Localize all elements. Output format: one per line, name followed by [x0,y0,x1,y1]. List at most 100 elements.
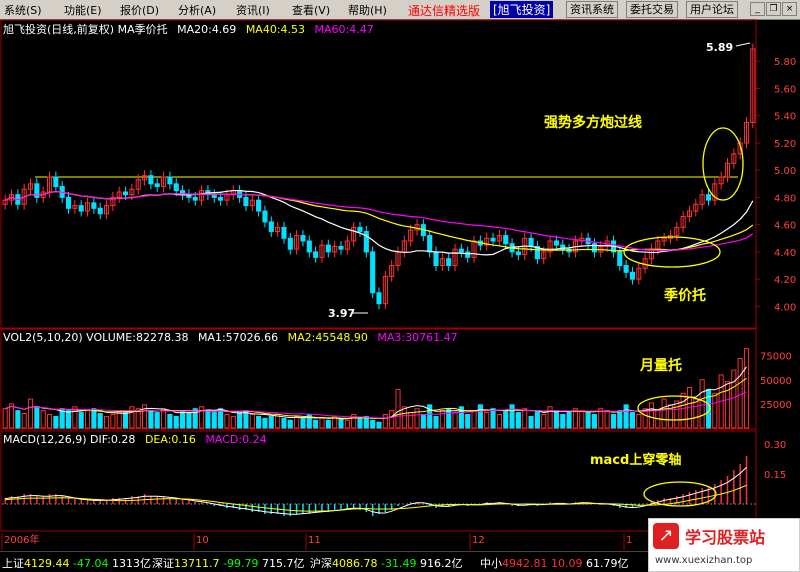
candle-body [287,237,293,250]
candle-body [376,292,382,305]
volume-bar [515,412,521,429]
volume-bar [167,413,173,429]
candle-body [617,251,623,267]
volume-bar [46,413,53,429]
candle-body [515,251,521,256]
macd-header: MACD(12,26,9) DIF:0.28 DEA:0.16 MACD:0.2… [3,433,273,446]
candle-body [528,237,534,247]
volume-bar [294,415,300,429]
candle-body [458,248,464,253]
candle-body [281,226,287,239]
volume-bar [522,408,528,429]
ma40-line [4,191,754,252]
price-tick-label: 5.20 [774,139,796,150]
ma60-label: MA60:4.47 [314,23,374,36]
ma20-line [4,189,754,256]
logo-url: www.xuexizhan.top [655,555,753,566]
candle-body [427,235,433,253]
volume-bar [300,417,306,429]
annotation-strong: 强势多方炮过线 [544,114,642,131]
volume-bar [496,413,502,429]
volume-bar [579,410,585,429]
volume-bar [617,410,623,429]
volume-bar [262,417,268,429]
candle-body [91,202,97,209]
candle-body [167,176,173,185]
volume-bar [148,410,154,429]
candle-body [211,194,217,198]
macd-value-label: MACD:0.24 [205,433,267,446]
volume-bar [553,410,559,429]
logo-mark-icon: ↗ [653,523,679,549]
volume-bar [319,417,325,429]
date-tick-label: 10 [196,535,209,546]
date-tick-label: 1 [626,535,632,546]
candle-body [78,205,84,212]
price-tick-label: 5.60 [774,84,796,95]
annotation-month: 月量托 [639,357,682,374]
dif-line [5,467,747,515]
price-tick-label: 4.60 [774,221,796,232]
volume-bar [211,412,217,429]
candle-body [313,251,319,258]
volume-bar [256,415,262,429]
high-arrow [735,42,751,47]
candle-body [154,183,160,188]
high-price-label: 5.89 [706,41,733,54]
volume-header: VOL2(5,10,20) VOLUME:82278.38 MA1:57026.… [3,331,464,344]
volume-bar [34,406,40,429]
volume-bar [281,417,287,429]
price-header: 旭飞投资(日线,前复权) MA季价托 MA20:4.69 MA40:4.53 M… [3,21,380,37]
candle-body [446,258,452,267]
candle-body [629,271,636,280]
candle-body [465,251,471,258]
volume-bar [376,421,382,429]
candle-body [53,176,59,188]
candle-body [338,245,344,250]
volume-bar [484,412,490,429]
price-panel-frame [0,19,757,329]
volume-bar [97,413,103,429]
volume-bar [585,412,591,429]
date-tick-label: 2006年 [4,533,39,546]
volume-bar [325,419,331,429]
volume-bar [712,392,718,429]
volume-bar [313,419,319,429]
annotation-season: 季价托 [663,287,706,304]
volume-bar [230,415,236,429]
volume-bar [477,404,483,429]
volume-bar [344,419,350,429]
hs-index: 沪深4086.78 -31.49 916.2亿 [310,557,463,570]
volume-tick-label: 50000 [760,376,792,387]
volume-bar [471,410,477,429]
volume-bar [629,412,636,429]
candle-body [148,175,154,185]
price-tick-label: 5.40 [774,112,796,123]
volume-bar [338,417,344,429]
volume-bar [154,412,160,429]
volume-bar [268,415,274,429]
low-price-label: 3.97 [328,307,355,320]
volume-bar [636,413,642,429]
volume-bar [180,410,186,429]
vol-ma1-label: MA1:57026.66 [197,331,279,344]
volume-bar [84,410,91,429]
candle-body [503,235,509,245]
macd-tick-label: 0.30 [764,440,786,451]
candle-body [553,240,559,246]
volume-bar [205,410,211,429]
price-tick-label: 4.80 [774,193,796,204]
volume-bar [560,413,566,429]
candle-body [218,196,224,201]
date-tick-label: 12 [472,535,485,546]
volume-bar [534,410,540,429]
volume-title: VOL2(5,10,20) VOLUME:82278.38 [3,331,189,344]
volume-bar [389,410,395,429]
volume-bar [110,413,116,429]
volume-bar [503,410,509,429]
candle-body [192,196,198,201]
candle-body [623,265,629,273]
stock-chart[interactable]: 5.80 5.60 5.40 5.20 5.00 4.80 4.60 4.40 4.20 4.00… [0,0,800,571]
volume-bar [40,410,46,429]
strong-circle [702,127,744,201]
